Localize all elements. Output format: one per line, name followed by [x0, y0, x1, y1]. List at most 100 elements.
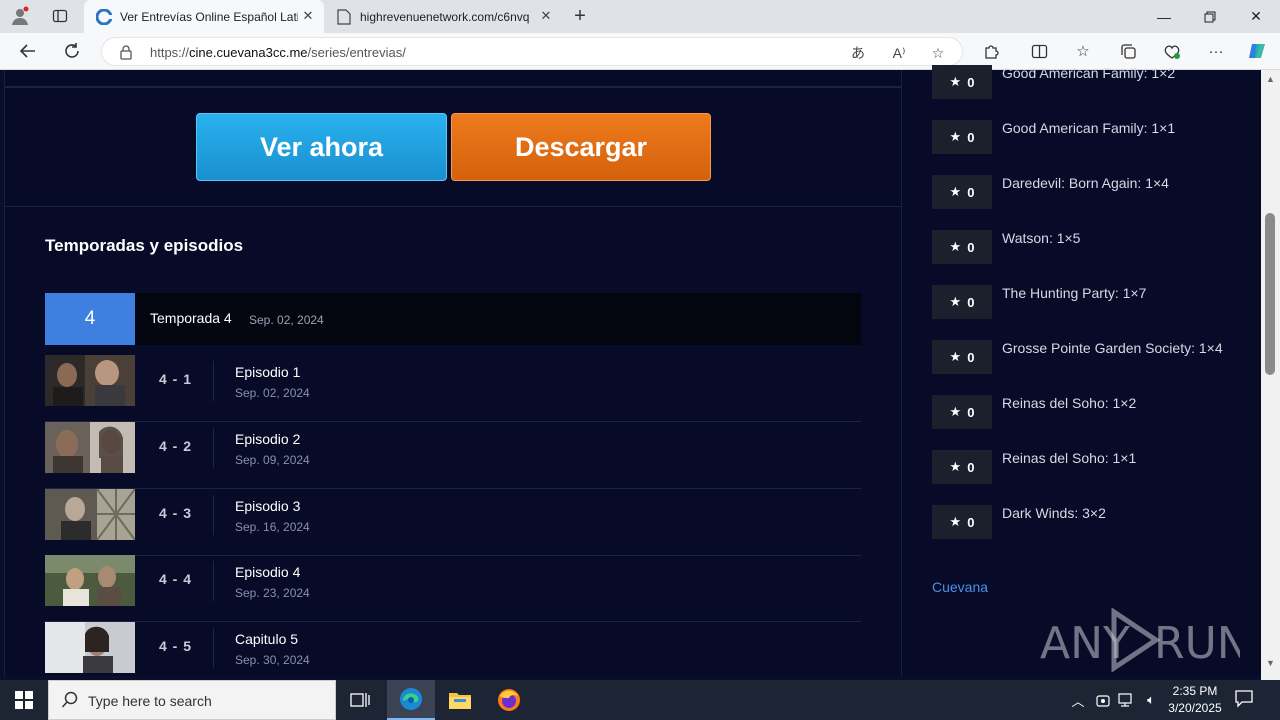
new-tab-icon[interactable]: + [566, 4, 594, 28]
back-icon[interactable] [13, 37, 43, 65]
extensions-icon[interactable] [976, 37, 1006, 65]
episode-separator [213, 495, 214, 535]
more-options-icon[interactable]: ··· [1201, 37, 1231, 65]
episode-row[interactable]: 4 - 2 Episodio 2 Sep. 09, 2024 [45, 422, 861, 489]
sidebar-item[interactable]: ★ 0 Reinas del Soho: 1×2 [932, 395, 1252, 435]
copilot-icon[interactable] [1243, 37, 1273, 65]
page-scrollbar[interactable]: ▲ ▼ [1261, 70, 1280, 680]
tab-actions-icon[interactable] [46, 4, 74, 28]
rating-badge: ★ 0 [932, 340, 992, 374]
sidebar-item[interactable]: ★ 0 The Hunting Party: 1×7 [932, 285, 1252, 325]
taskbar-search-box[interactable]: Type here to search [48, 680, 336, 720]
sidebar-item-title[interactable]: Watson: 1×5 [1002, 230, 1080, 246]
episode-date: Sep. 23, 2024 [235, 586, 310, 600]
scroll-down-icon[interactable]: ▼ [1266, 658, 1275, 668]
tab-active[interactable]: Ver Entrevías Online Español Latino ✕ [84, 0, 324, 33]
sidebar-item[interactable]: ★ 0 Watson: 1×5 [932, 230, 1252, 270]
edge-browser-icon[interactable] [387, 680, 435, 720]
close-window-icon[interactable]: ✕ [1233, 0, 1279, 33]
episode-date: Sep. 16, 2024 [235, 520, 310, 534]
sidebar-item-title[interactable]: Daredevil: Born Again: 1×4 [1002, 175, 1169, 191]
lock-icon[interactable] [119, 44, 133, 60]
minimize-icon[interactable]: — [1141, 0, 1187, 33]
rating-badge: ★ 0 [932, 175, 992, 209]
sidebar-item-title[interactable]: Good American Family: 1×1 [1002, 120, 1175, 136]
episode-row[interactable]: 4 - 1 Episodio 1 Sep. 02, 2024 [45, 355, 861, 422]
tab-title: highrevenuenetwork.com/c6nvq [360, 9, 530, 24]
address-bar[interactable]: https://cine.cuevana3cc.me/series/entrev… [101, 37, 963, 66]
sidebar-item[interactable]: ★ 0 Reinas del Soho: 1×1 [932, 450, 1252, 490]
browser-essentials-icon[interactable] [1157, 37, 1187, 65]
windows-taskbar: Type here to search ︿ 🔈︎ 2:35 PM 3/20/20… [0, 680, 1280, 720]
episode-title[interactable]: Episodio 3 [235, 498, 300, 514]
collections-icon[interactable] [1113, 37, 1143, 65]
sidebar-item-title[interactable]: Dark Winds: 3×2 [1002, 505, 1106, 521]
svg-text:RUN: RUN [1154, 618, 1240, 669]
scroll-up-icon[interactable]: ▲ [1266, 74, 1275, 84]
profile-icon[interactable] [6, 4, 34, 28]
sidebar-item[interactable]: ★ 0 Dark Winds: 3×2 [932, 505, 1252, 545]
split-screen-icon[interactable] [1024, 37, 1054, 65]
sidebar-item[interactable]: ★ 0 Good American Family: 1×2 [932, 65, 1252, 105]
volume-icon[interactable]: 🔈︎ [1140, 690, 1162, 710]
clock-date: 3/20/2025 [1168, 701, 1222, 715]
notifications-icon[interactable] [1234, 688, 1260, 712]
episode-code: 4 - 3 [159, 505, 193, 521]
sidebar-item-title[interactable]: The Hunting Party: 1×7 [1002, 285, 1146, 301]
read-aloud-icon[interactable]: A⁾ [888, 43, 910, 63]
sidebar-item-title[interactable]: Reinas del Soho: 1×1 [1002, 450, 1136, 466]
tab-title: Ver Entrevías Online Español Latino [120, 9, 298, 24]
favorite-star-icon[interactable]: ☆ [927, 43, 949, 63]
season-name: Temporada 4 [150, 310, 232, 326]
system-clock[interactable]: 2:35 PM 3/20/2025 [1160, 683, 1230, 717]
sidebar-item-title[interactable]: Grosse Pointe Garden Society: 1×4 [1002, 340, 1223, 356]
episode-row[interactable]: 4 - 3 Episodio 3 Sep. 16, 2024 [45, 489, 861, 556]
translate-icon[interactable]: あ [847, 43, 869, 63]
episode-title[interactable]: Episodio 2 [235, 431, 300, 447]
season-header[interactable]: 4 Temporada 4 Sep. 02, 2024 [45, 293, 861, 345]
task-view-icon[interactable] [336, 680, 384, 720]
cuevana-link[interactable]: Cuevana [932, 579, 988, 595]
star-icon: ★ [949, 404, 962, 419]
firefox-icon[interactable] [485, 680, 533, 720]
file-explorer-icon[interactable] [436, 680, 484, 720]
watch-now-button[interactable]: Ver ahora [196, 113, 447, 181]
episode-thumbnail[interactable] [45, 555, 135, 606]
episode-code: 4 - 5 [159, 638, 193, 654]
episode-thumbnail[interactable] [45, 622, 135, 673]
sidebar-item-title[interactable]: Good American Family: 1×2 [1002, 65, 1175, 81]
sidebar-item-title[interactable]: Reinas del Soho: 1×2 [1002, 395, 1136, 411]
scroll-thumb[interactable] [1265, 213, 1275, 375]
refresh-icon[interactable] [57, 37, 87, 65]
episode-code: 4 - 1 [159, 371, 193, 387]
anyrun-watermark-logo: ANY RUN [1040, 607, 1250, 673]
sidebar-item[interactable]: ★ 0 Grosse Pointe Garden Society: 1×4 [932, 340, 1252, 380]
star-icon: ★ [949, 74, 962, 89]
star-icon: ★ [949, 239, 962, 254]
security-tray-icon[interactable] [1092, 690, 1114, 710]
episode-title[interactable]: Episodio 4 [235, 564, 300, 580]
url-text[interactable]: https://cine.cuevana3cc.me/series/entrev… [150, 45, 406, 60]
sidebar-item[interactable]: ★ 0 Daredevil: Born Again: 1×4 [932, 175, 1252, 215]
episode-thumbnail[interactable] [45, 489, 135, 540]
search-placeholder: Type here to search [88, 693, 212, 709]
episode-row[interactable]: 4 - 4 Episodio 4 Sep. 23, 2024 [45, 555, 861, 622]
episode-title[interactable]: Capitulo 5 [235, 631, 298, 647]
close-tab-icon[interactable]: ✕ [300, 8, 316, 24]
network-icon[interactable] [1116, 690, 1138, 710]
episode-row[interactable]: 4 - 5 Capitulo 5 Sep. 30, 2024 [45, 622, 861, 689]
show-hidden-icons-icon[interactable]: ︿ [1067, 690, 1089, 710]
episode-thumbnail[interactable] [45, 422, 135, 473]
star-icon: ★ [949, 514, 962, 529]
favorites-icon[interactable]: ☆ [1068, 37, 1098, 65]
episode-thumbnail[interactable] [45, 355, 135, 406]
episode-title[interactable]: Episodio 1 [235, 364, 300, 380]
windows-start-icon[interactable] [0, 680, 48, 720]
star-icon: ★ [949, 129, 962, 144]
close-tab-icon[interactable]: ✕ [538, 8, 554, 24]
sidebar-item[interactable]: ★ 0 Good American Family: 1×1 [932, 120, 1252, 160]
download-button[interactable]: Descargar [451, 113, 711, 181]
seasons-heading: Temporadas y episodios [45, 236, 244, 255]
tab-inactive[interactable]: highrevenuenetwork.com/c6nvq ✕ [324, 0, 562, 33]
restore-icon[interactable] [1187, 0, 1233, 33]
